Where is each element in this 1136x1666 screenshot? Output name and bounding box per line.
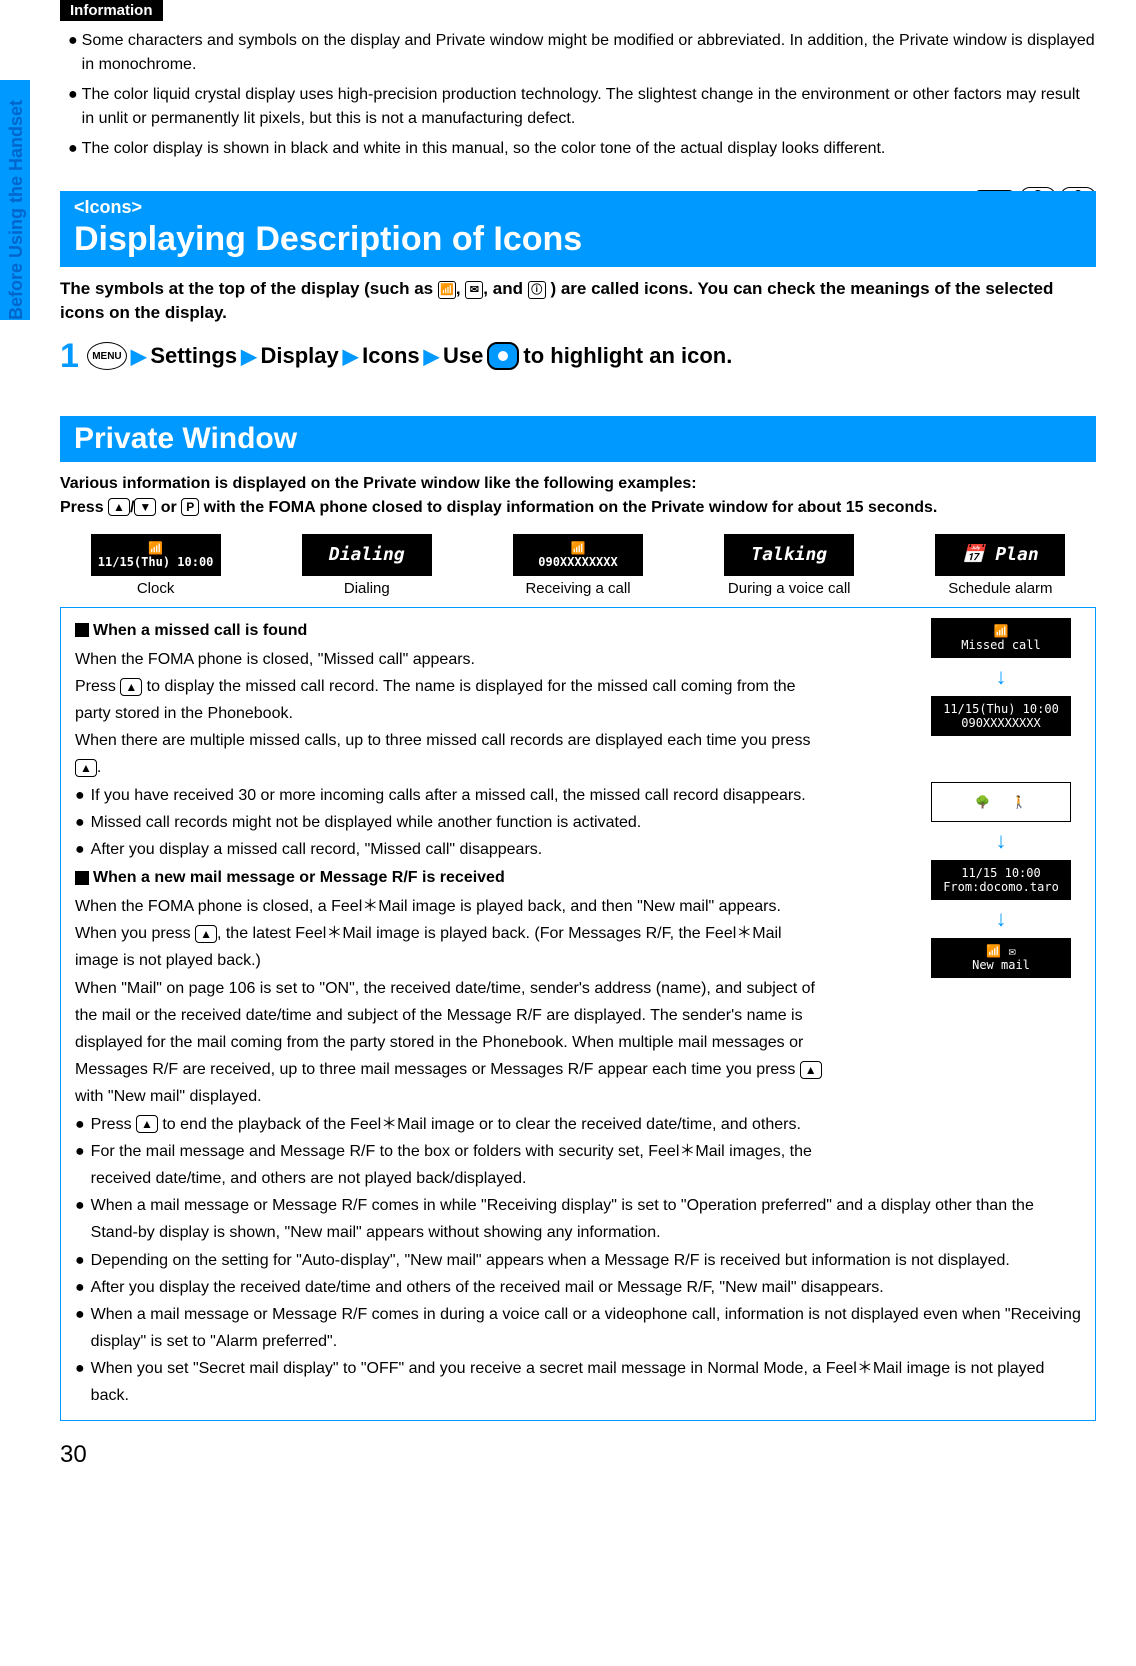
subheading: When a new mail message or Message R/F i… (75, 869, 825, 887)
section-tag: <Icons> (74, 197, 1082, 218)
pw-body-box: 📶Missed call ↓ 11/15(Thu) 10:00090XXXXXX… (60, 607, 1096, 1421)
body-text: Press ▲ to display the missed call recor… (75, 673, 825, 727)
p-key-icon: P (181, 498, 199, 516)
up-key-icon: ▲ (136, 1115, 158, 1133)
pw-example: 📶090XXXXXXXX Receiving a call (482, 534, 673, 597)
imode-icon: ⓘ (528, 281, 546, 299)
pw-examples-row: 📶11/15(Thu) 10:00 Clock Dialing Dialing … (60, 534, 1096, 597)
pw-example: Talking During a voice call (694, 534, 885, 597)
step-part: Icons (362, 343, 419, 369)
up-key-icon: ▲ (195, 925, 217, 943)
down-arrow-icon: ↓ (996, 830, 1007, 852)
section-title: Displaying Description of Icons (74, 220, 1082, 259)
step-row: 1 MENU ▶ Settings ▶ Display ▶ Icons ▶ Us… (60, 337, 1096, 376)
info-item: ●The color display is shown in black and… (68, 137, 1096, 161)
bullet-item: ●Depending on the setting for "Auto-disp… (75, 1247, 1081, 1274)
mini-screen: 11/15(Thu) 10:00090XXXXXXXX (931, 696, 1071, 736)
step-part: Settings (150, 343, 237, 369)
info-item: ●The color liquid crystal display uses h… (68, 83, 1096, 131)
information-block: Information ●Some characters and symbols… (60, 0, 1096, 161)
mini-screen: 📶Missed call (931, 618, 1071, 658)
page-number: 30 (60, 1441, 1096, 1469)
step-number: 1 (60, 337, 79, 376)
step-part: Display (261, 343, 339, 369)
arrow-icon: ▶ (424, 344, 439, 369)
bullet-item: ●If you have received 30 or more incomin… (75, 782, 825, 809)
bullet-item: ●After you display the received date/tim… (75, 1274, 1081, 1301)
arrow-icon: ▶ (343, 344, 358, 369)
private-window-header: Private Window (60, 416, 1096, 462)
right-screens-column: 📶Missed call ↓ 11/15(Thu) 10:00090XXXXXX… (921, 618, 1081, 978)
body-text: When you press ▲, the latest Feel＊Mail i… (75, 920, 825, 974)
dpad-icon (487, 342, 519, 370)
icons-section-header: <Icons> Displaying Description of Icons (60, 191, 1096, 267)
icons-lead: The symbols at the top of the display (s… (60, 277, 1096, 325)
step-part: Use (443, 343, 483, 369)
up-key-icon: ▲ (108, 498, 130, 516)
bullet-item: ●When a mail message or Message R/F come… (75, 1192, 1081, 1246)
bullet-item: ●When a mail message or Message R/F come… (75, 1301, 1081, 1355)
up-key-icon: ▲ (800, 1061, 822, 1079)
up-key-icon: ▲ (75, 759, 97, 777)
body-text: When there are multiple missed calls, up… (75, 727, 825, 781)
bullet-item: ●When you set "Secret mail display" to "… (75, 1355, 1081, 1409)
mini-screen: 11/15 10:00From:docomo.taro (931, 860, 1071, 900)
information-label: Information (60, 0, 163, 21)
up-key-icon: ▲ (120, 678, 142, 696)
body-text: When the FOMA phone is closed, a Feel＊Ma… (75, 893, 825, 920)
mail-icon: ✉ (465, 281, 483, 299)
step-tail: to highlight an icon. (523, 343, 732, 369)
body-text: When "Mail" on page 106 is set to "ON", … (75, 975, 825, 1111)
info-item: ●Some characters and symbols on the disp… (68, 29, 1096, 77)
bullet-item: ●Press ▲ to end the playback of the Feel… (75, 1111, 825, 1138)
pw-lead: Various information is displayed on the … (60, 472, 1096, 520)
down-key-icon: ▼ (134, 498, 156, 516)
mini-screen: 📶 ✉New mail (931, 938, 1071, 978)
pw-example: 📶11/15(Thu) 10:00 Clock (60, 534, 251, 597)
bullet-item: ●After you display a missed call record,… (75, 836, 825, 863)
down-arrow-icon: ↓ (996, 908, 1007, 930)
arrow-icon: ▶ (241, 344, 256, 369)
antenna-icon: 📶 (438, 281, 456, 299)
bullet-item: ●For the mail message and Message R/F to… (75, 1138, 825, 1192)
pw-example: Dialing Dialing (271, 534, 462, 597)
menu-key-icon: MENU (87, 342, 127, 370)
pw-example: 📅 Plan Schedule alarm (905, 534, 1096, 597)
side-section-label: Before Using the Handset (6, 100, 27, 320)
arrow-icon: ▶ (131, 344, 146, 369)
down-arrow-icon: ↓ (996, 666, 1007, 688)
subheading: When a missed call is found (75, 622, 825, 640)
bullet-item: ●Missed call records might not be displa… (75, 809, 825, 836)
body-text: When the FOMA phone is closed, "Missed c… (75, 646, 825, 673)
mini-screen: 🌳 🚶 (931, 782, 1071, 822)
